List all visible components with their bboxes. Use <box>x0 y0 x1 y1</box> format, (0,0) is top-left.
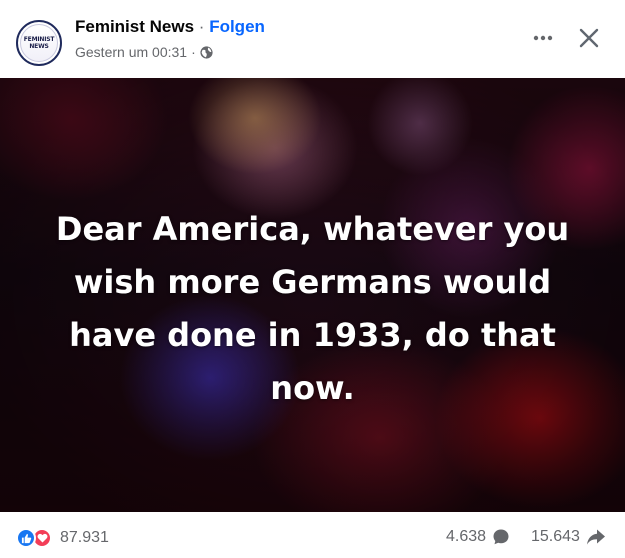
comment-icon <box>493 529 509 545</box>
post-timestamp[interactable]: Gestern um 00:31 <box>75 44 187 60</box>
avatar-logo: FEMINIST NEWS <box>20 24 58 62</box>
share-icon <box>586 529 605 545</box>
more-horizontal-icon <box>533 35 553 41</box>
close-button[interactable] <box>572 21 606 55</box>
post-footer: 87.931 4.638 15.643 <box>0 512 625 558</box>
post-quote-text: Dear America, whatever you wish more Ger… <box>55 210 570 407</box>
share-count: 15.643 <box>531 528 580 545</box>
like-icon <box>16 528 36 548</box>
name-separator: · <box>198 17 205 36</box>
post-meta: Gestern um 00:31 · <box>75 44 213 60</box>
comments-link[interactable]: 4.638 <box>446 528 510 546</box>
follow-button[interactable]: Folgen <box>209 17 265 36</box>
reaction-count: 87.931 <box>60 529 109 546</box>
more-options-button[interactable] <box>527 22 559 54</box>
avatar-logo-text: FEMINIST NEWS <box>23 36 55 50</box>
post-image[interactable]: Dear America, whatever you wish more Ger… <box>0 78 625 512</box>
page-name-row: Feminist News · Folgen <box>75 17 265 37</box>
page-avatar[interactable]: FEMINIST NEWS <box>16 20 62 66</box>
globe-icon[interactable] <box>200 45 213 59</box>
comment-count: 4.638 <box>446 528 487 545</box>
reactions-summary[interactable]: 87.931 <box>16 528 109 548</box>
page-name[interactable]: Feminist News <box>75 17 194 36</box>
post-header: FEMINIST NEWS Feminist News · Folgen Ges… <box>0 0 625 78</box>
shares-link[interactable]: 15.643 <box>531 528 606 546</box>
close-icon <box>579 28 599 48</box>
meta-separator: · <box>191 44 196 60</box>
post-card: FEMINIST NEWS Feminist News · Folgen Ges… <box>0 0 625 558</box>
